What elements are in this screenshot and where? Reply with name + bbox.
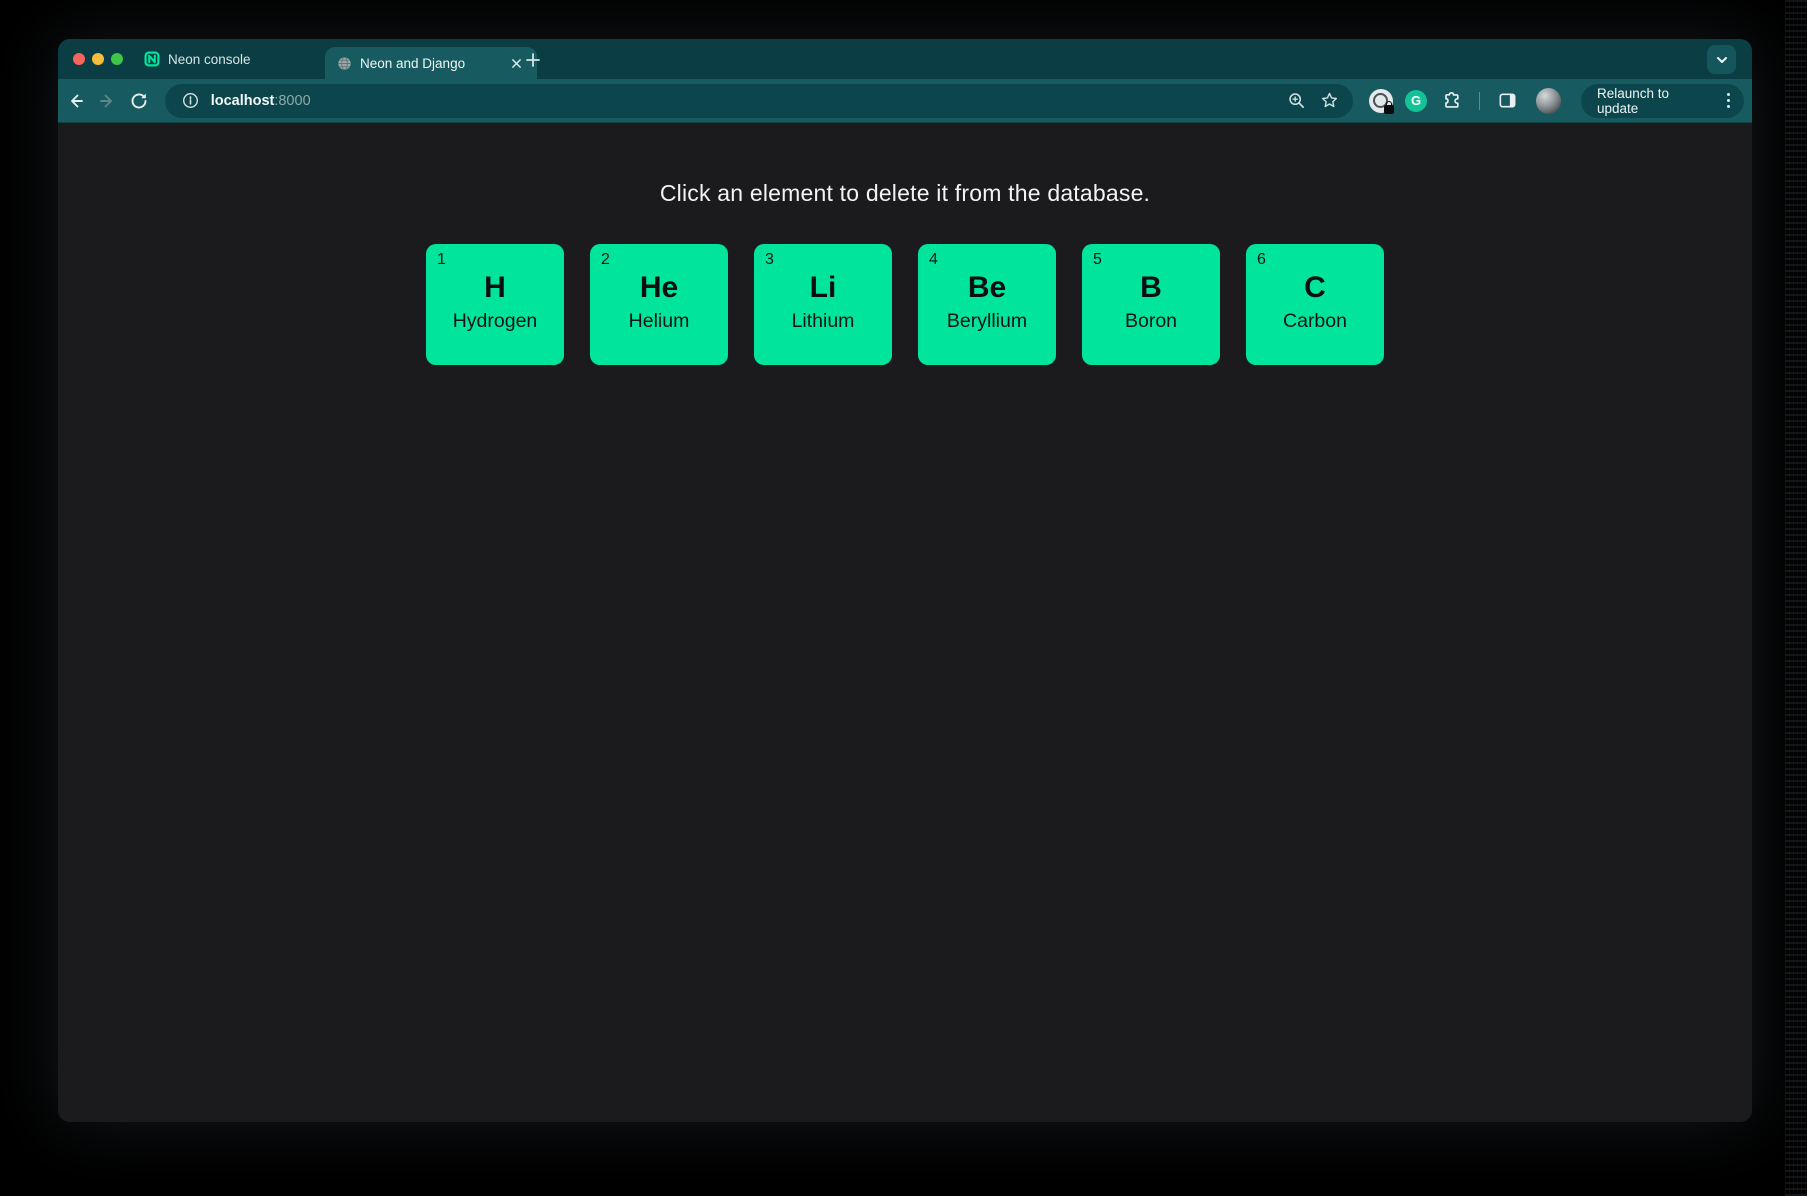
element-grid: 1 H Hydrogen 2 He Helium 3 Li Lithium 4 …: [58, 244, 1752, 365]
profile-avatar[interactable]: [1536, 88, 1561, 114]
chevron-down-icon: [1715, 53, 1729, 67]
element-symbol: He: [590, 271, 728, 304]
password-manager-extension-icon[interactable]: [1367, 87, 1394, 115]
element-card-boron[interactable]: 5 B Boron: [1082, 244, 1220, 365]
extension-row: G Relaunch to update: [1367, 84, 1744, 118]
browser-toolbar: localhost:8000: [58, 79, 1752, 123]
url-text: localhost:8000: [211, 93, 311, 109]
element-name: Lithium: [754, 311, 892, 332]
tab-strip: Neon console Neon and Django: [58, 39, 1752, 79]
new-tab-button[interactable]: [522, 49, 544, 71]
address-bar[interactable]: localhost:8000: [165, 84, 1353, 118]
url-port: :8000: [274, 93, 310, 109]
element-name: Beryllium: [918, 311, 1056, 332]
window-controls: [73, 53, 123, 65]
kebab-menu-icon: [1721, 93, 1736, 108]
url-host: localhost: [211, 93, 275, 109]
side-panel-icon[interactable]: [1494, 87, 1521, 115]
element-card-hydrogen[interactable]: 1 H Hydrogen: [426, 244, 564, 365]
browser-window: Neon console Neon and Django: [58, 39, 1752, 1122]
extensions-puzzle-icon[interactable]: [1438, 87, 1465, 115]
neon-logo-icon: [144, 51, 160, 67]
close-window-button[interactable]: [73, 53, 85, 65]
toolbar-divider: [1479, 92, 1480, 110]
element-symbol: B: [1082, 271, 1220, 304]
tab-neon-and-django[interactable]: Neon and Django: [325, 47, 537, 79]
element-symbol: Li: [754, 271, 892, 304]
fullscreen-window-button[interactable]: [111, 53, 123, 65]
minimize-window-button[interactable]: [92, 53, 104, 65]
element-symbol: H: [426, 271, 564, 304]
element-card-lithium[interactable]: 3 Li Lithium: [754, 244, 892, 365]
element-name: Helium: [590, 311, 728, 332]
element-symbol: C: [1246, 271, 1384, 304]
page-title: Click an element to delete it from the d…: [58, 123, 1752, 207]
site-info-icon[interactable]: [179, 89, 203, 113]
relaunch-to-update-button[interactable]: Relaunch to update: [1581, 84, 1744, 118]
globe-icon: [337, 56, 352, 71]
atomic-number: 2: [601, 252, 610, 268]
atomic-number: 3: [765, 252, 774, 268]
atomic-number: 1: [437, 252, 446, 268]
back-button[interactable]: [62, 87, 90, 115]
element-card-beryllium[interactable]: 4 Be Beryllium: [918, 244, 1056, 365]
page-content: Click an element to delete it from the d…: [58, 123, 1752, 1121]
forward-button[interactable]: [94, 87, 122, 115]
element-name: Carbon: [1246, 311, 1384, 332]
desktop-background-noise: [1785, 0, 1807, 1196]
atomic-number: 6: [1257, 252, 1266, 268]
relaunch-label: Relaunch to update: [1597, 86, 1711, 116]
reload-button[interactable]: [125, 87, 153, 115]
atomic-number: 5: [1093, 252, 1102, 268]
element-symbol: Be: [918, 271, 1056, 304]
tab-search-button[interactable]: [1707, 45, 1736, 74]
element-card-carbon[interactable]: 6 C Carbon: [1246, 244, 1384, 365]
tab-title: Neon and Django: [360, 56, 499, 71]
grammarly-extension-icon[interactable]: G: [1402, 87, 1429, 115]
bookmark-star-icon[interactable]: [1320, 91, 1339, 110]
atomic-number: 4: [929, 252, 938, 268]
element-name: Boron: [1082, 311, 1220, 332]
element-name: Hydrogen: [426, 311, 564, 332]
zoom-icon[interactable]: [1287, 91, 1306, 110]
element-card-helium[interactable]: 2 He Helium: [590, 244, 728, 365]
